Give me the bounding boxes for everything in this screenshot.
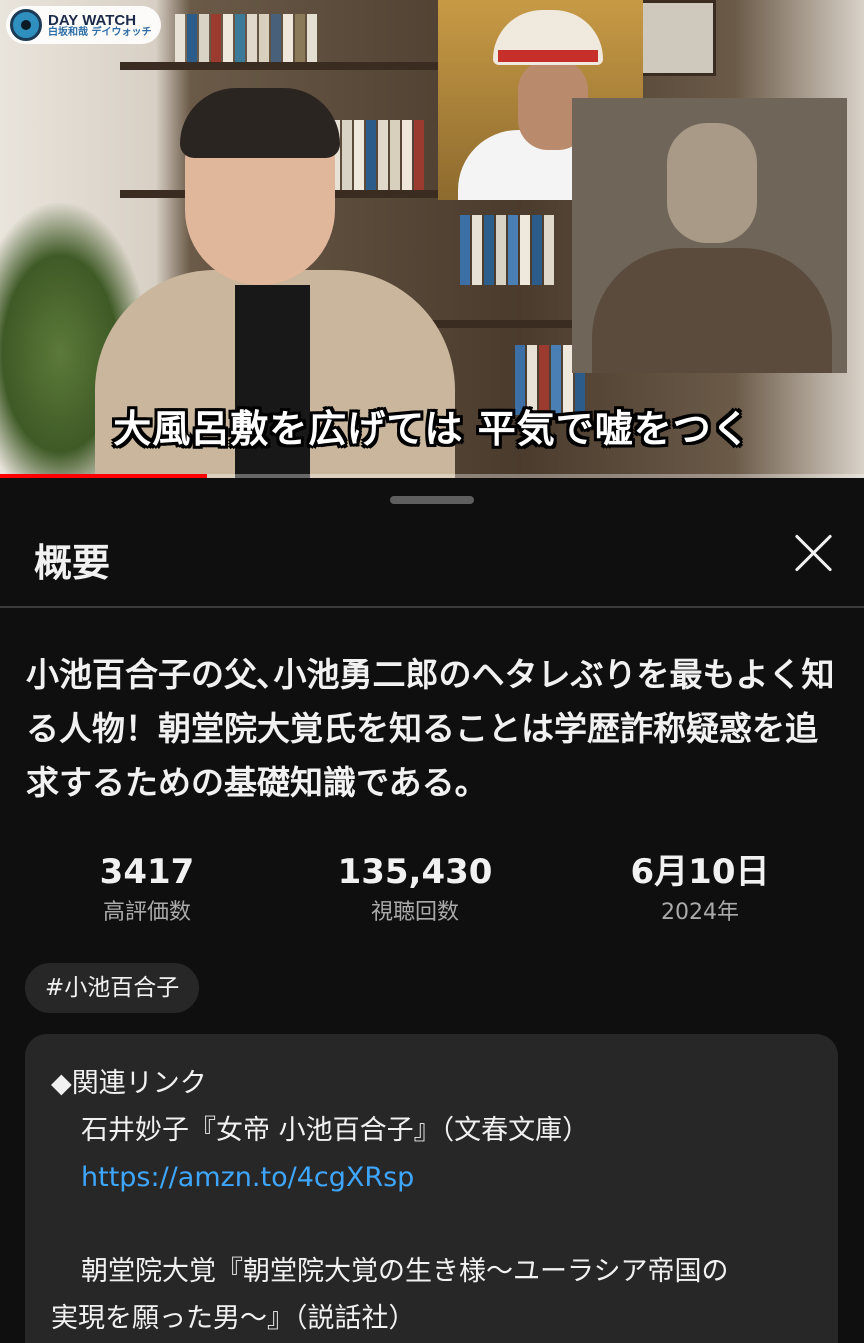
stat-likes: 3417 高評価数 bbox=[27, 850, 267, 930]
related-links-heading: ◆関連リンク bbox=[51, 1068, 207, 1099]
books-row bbox=[175, 14, 317, 62]
divider bbox=[0, 606, 864, 608]
book-title-1: 石井妙子『女帝 小池百合子』（文春文庫） bbox=[81, 1115, 590, 1146]
hashtag-chip[interactable]: #小池百合子 bbox=[25, 963, 200, 1013]
drag-handle[interactable] bbox=[390, 496, 474, 504]
framed-portrait bbox=[640, 0, 716, 76]
inset-photo-man-in-robe bbox=[572, 98, 847, 373]
stat-date: 6月10日 2024年 bbox=[580, 850, 820, 930]
close-icon[interactable] bbox=[790, 530, 836, 576]
views-label: 視聴回数 bbox=[370, 900, 459, 925]
likes-count: 3417 bbox=[99, 852, 195, 892]
logo-subtitle: 白坂和哉 デイウォッチ bbox=[48, 26, 152, 38]
eye-logo-icon bbox=[10, 9, 42, 41]
likes-label: 高評価数 bbox=[102, 900, 191, 925]
video-title: 小池百合子の父､小池勇二郎のヘタレぶりを最もよく知る人物！朝堂院大覚氏を知ること… bbox=[26, 655, 835, 802]
description-box: ◆関連リンク 石井妙子『女帝 小池百合子』（文春文庫） https://amzn… bbox=[25, 1034, 838, 1343]
inset-face bbox=[667, 123, 757, 243]
upload-date: 6月10日 bbox=[630, 852, 770, 892]
books-row bbox=[460, 215, 554, 285]
video-player[interactable]: DAY WATCH 白坂和哉 デイウォッチ 大風呂敷を広げては 平気で嘘をつく bbox=[0, 0, 864, 478]
books-row bbox=[330, 120, 424, 190]
book-title-2-line-2: 実現を願った男〜』（説話社） bbox=[51, 1303, 416, 1334]
inset-robe bbox=[592, 248, 832, 373]
sheet-title: 概要 bbox=[34, 541, 111, 585]
upload-year: 2024年 bbox=[661, 900, 739, 925]
channel-logo: DAY WATCH 白坂和哉 デイウォッチ bbox=[6, 6, 162, 44]
amazon-link[interactable]: https://amzn.to/4cgXRsp bbox=[51, 1154, 821, 1201]
logo-title: DAY WATCH bbox=[48, 11, 137, 29]
stat-views: 135,430 視聴回数 bbox=[295, 850, 535, 930]
description-sheet: 概要 小池百合子の父､小池勇二郎のヘタレぶりを最もよく知る人物！朝堂院大覚氏を知… bbox=[0, 478, 864, 1343]
views-count: 135,430 bbox=[337, 852, 493, 892]
hat-band bbox=[498, 50, 598, 62]
video-stats: 3417 高評価数 135,430 視聴回数 6月10日 2024年 bbox=[0, 850, 864, 940]
video-caption: 大風呂敷を広げては 平気で嘘をつく bbox=[113, 407, 751, 451]
book-title-2-line-1: 朝堂院大覚『朝堂院大覚の生き様〜ユーラシア帝国の bbox=[81, 1256, 729, 1287]
speaker-hair bbox=[180, 88, 340, 158]
